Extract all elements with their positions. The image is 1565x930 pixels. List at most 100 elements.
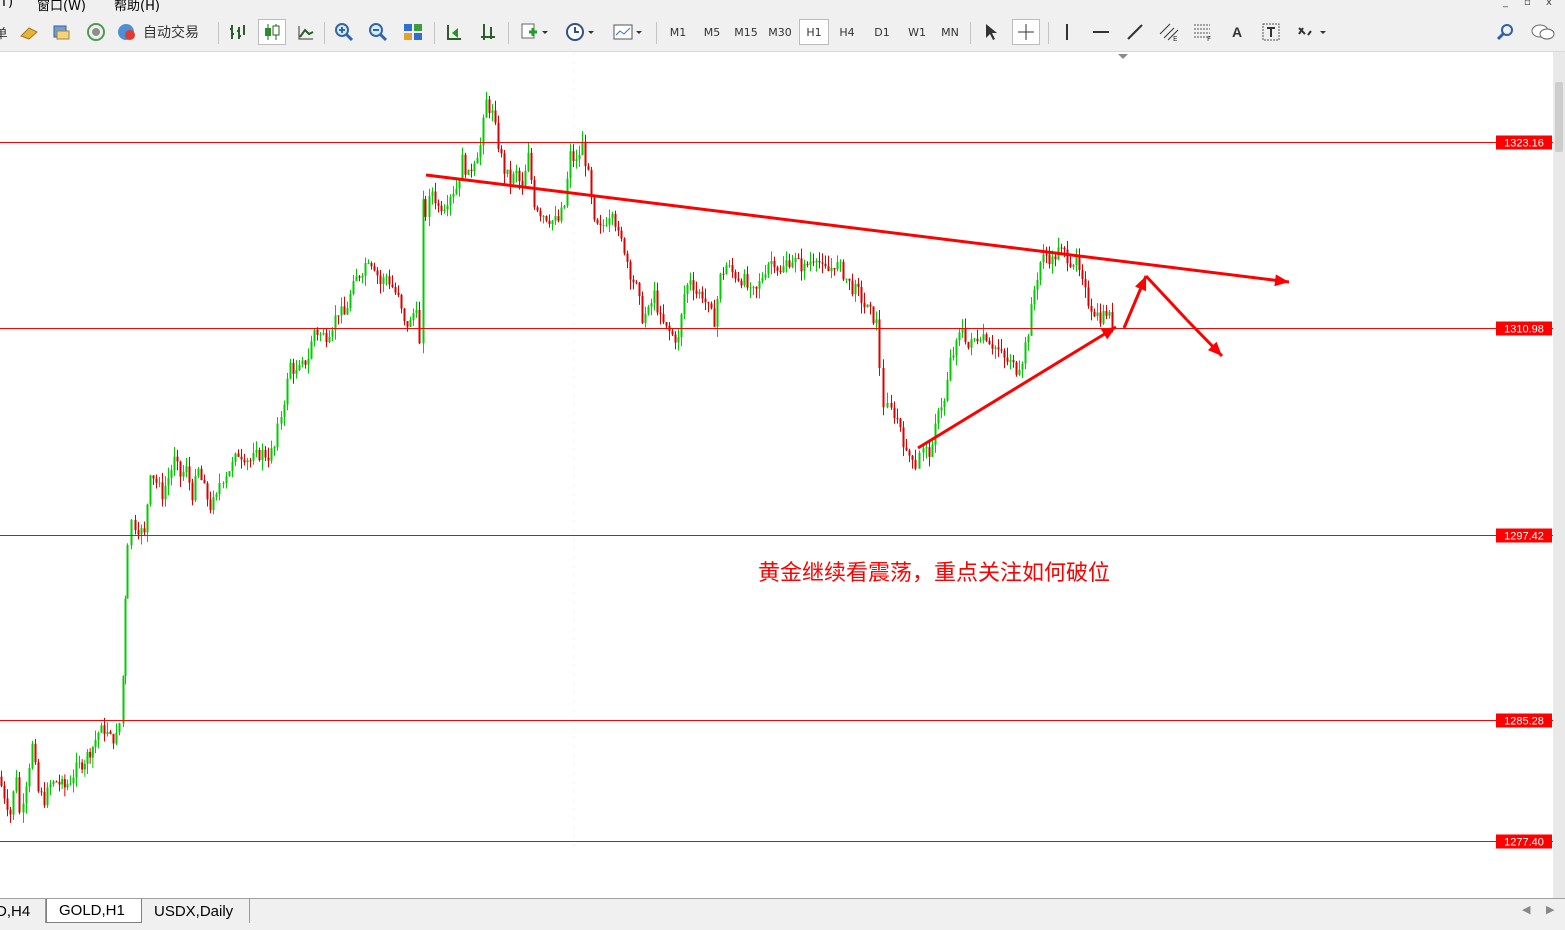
account-icon[interactable]: [48, 19, 74, 45]
text-label-icon[interactable]: [1258, 19, 1284, 45]
candle-body: [812, 261, 815, 263]
candle-body: [449, 196, 452, 206]
line-chart-icon[interactable]: [294, 19, 318, 45]
close-button[interactable]: x: [1546, 0, 1552, 8]
restore-button[interactable]: ▫: [1524, 0, 1531, 8]
menu-item-help[interactable]: 帮助(H): [114, 0, 160, 12]
indicators-dropdown[interactable]: [516, 19, 552, 45]
tab-scroll-left-icon[interactable]: ◀: [1522, 903, 1530, 916]
chart-shift-marker[interactable]: [1118, 54, 1128, 59]
candle-body: [524, 170, 527, 187]
candle-body: [467, 169, 470, 175]
arrows-dropdown[interactable]: [1292, 19, 1332, 45]
vertical-line-icon[interactable]: [1056, 19, 1078, 45]
tab-scroll-right-icon[interactable]: ▶: [1546, 903, 1554, 916]
candle-body: [22, 803, 25, 813]
menu-item-window[interactable]: 窗口(W): [37, 0, 86, 12]
candle-body: [152, 475, 155, 479]
candle-body: [722, 273, 725, 275]
candle-body: [878, 319, 881, 368]
timeframe-h1-button[interactable]: H1: [799, 19, 829, 45]
candle-body: [1087, 287, 1090, 307]
candle-body: [818, 261, 821, 263]
scrollbar-thumb[interactable]: [1555, 82, 1563, 152]
equidistant-channel-icon[interactable]: E: [1156, 19, 1182, 45]
candle-body: [869, 304, 872, 307]
candle-body: [158, 482, 161, 484]
candle-body: [662, 314, 665, 323]
timeframe-d1-button[interactable]: D1: [868, 19, 896, 45]
auto-trade-button[interactable]: 自动交易: [115, 19, 211, 45]
candle-body: [182, 472, 185, 477]
timeframe-m5-button[interactable]: M5: [698, 19, 726, 45]
projection-line[interactable]: [1144, 274, 1189, 322]
candle-body: [851, 280, 854, 295]
candle-body: [86, 752, 89, 764]
tab-gold-h1[interactable]: GOLD,H1: [46, 899, 142, 923]
candle-body: [1063, 247, 1066, 250]
chart-shift-icon[interactable]: [476, 19, 500, 45]
timeframe-m15-button[interactable]: M15: [730, 19, 762, 45]
timeframe-m1-button[interactable]: M1: [664, 19, 692, 45]
tab-usdx-daily[interactable]: USDX,Daily: [142, 899, 250, 923]
candle-body: [313, 329, 316, 342]
zoom-out-icon[interactable]: [366, 19, 390, 45]
candle-body: [731, 265, 734, 273]
periods-dropdown[interactable]: [560, 19, 600, 45]
crosshair-icon[interactable]: [1012, 19, 1040, 45]
timeframe-h4-button[interactable]: H4: [833, 19, 861, 45]
candle-body: [994, 347, 997, 349]
trendline-icon[interactable]: [1122, 19, 1148, 45]
candle-body: [632, 279, 635, 283]
candle-body: [1000, 349, 1003, 351]
candlestick-icon[interactable]: [258, 19, 286, 45]
candle-body: [806, 263, 809, 265]
candle-body: [788, 260, 791, 267]
candle-body: [1036, 280, 1039, 290]
tile-windows-icon[interactable]: [400, 19, 426, 45]
price-chart[interactable]: 1323.16 1310.98 1297.42 1285.28 1277.40 黄金继续…: [0, 52, 1553, 898]
candle-body: [331, 330, 334, 337]
candle-body: [295, 370, 298, 374]
horizontal-line-icon[interactable]: [1088, 19, 1114, 45]
order-button-fragment[interactable]: 单: [0, 19, 8, 45]
candle-body: [584, 141, 587, 167]
candle-body: [446, 205, 449, 210]
descending-trendline[interactable]: [425, 173, 1290, 284]
timeframe-mn-button[interactable]: MN: [936, 19, 964, 45]
text-tool-button[interactable]: A: [1224, 19, 1250, 45]
fibonacci-icon[interactable]: F: [1190, 19, 1216, 45]
candle-body: [482, 117, 485, 146]
candle-body: [283, 404, 286, 417]
zoom-in-icon[interactable]: [332, 19, 356, 45]
candle-body: [352, 281, 355, 294]
gold-bars-icon[interactable]: [16, 19, 42, 45]
timeframe-w1-button[interactable]: W1: [903, 19, 931, 45]
search-icon[interactable]: [1492, 19, 1518, 45]
chat-icon[interactable]: [1528, 19, 1558, 45]
auto-scroll-icon[interactable]: [442, 19, 466, 45]
cursor-icon[interactable]: [978, 19, 1004, 45]
candle-body: [31, 743, 34, 768]
bar-chart-icon[interactable]: [226, 19, 250, 45]
candle-body: [656, 290, 659, 313]
toolbar-separator: [218, 22, 219, 44]
candle-body: [143, 528, 146, 533]
candle-body: [749, 287, 752, 289]
candle-body: [301, 360, 304, 365]
vertical-scrollbar[interactable]: [1553, 52, 1565, 898]
menu-item-tools[interactable]: T): [0, 0, 13, 10]
timeframe-m30-button[interactable]: M30: [764, 19, 796, 45]
minimize-button[interactable]: _: [1503, 0, 1508, 8]
candle-body: [767, 264, 770, 275]
candle-body: [63, 779, 66, 788]
candle-body: [134, 519, 137, 531]
candle-body: [289, 362, 292, 379]
template-icon: [613, 24, 642, 40]
candle-body: [967, 341, 970, 348]
candle-body: [37, 762, 40, 792]
signal-icon[interactable]: [83, 19, 109, 45]
toolbar: 单 自动交易 M1 M5 M15 M30 H1 H4 D1 W1 MN E F …: [0, 12, 1565, 52]
tab-h4[interactable]: D,H4: [0, 899, 46, 923]
templates-dropdown[interactable]: [608, 19, 648, 45]
